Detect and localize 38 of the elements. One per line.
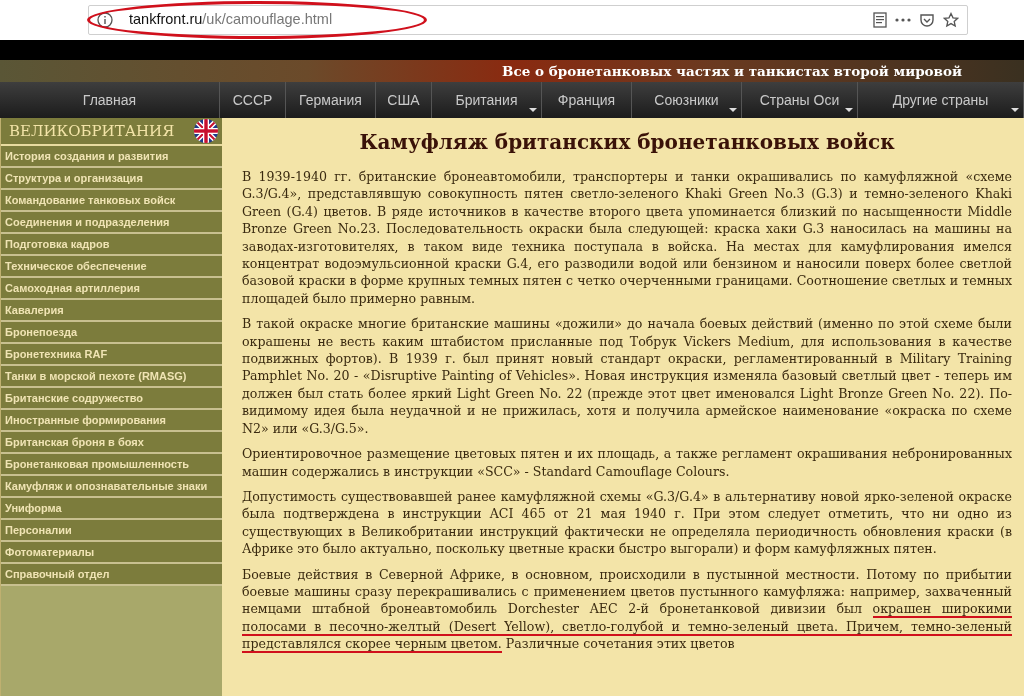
sidebar-link[interactable]: Бронетанковая промышленность — [1, 454, 222, 476]
dropdown-caret-icon — [729, 108, 737, 112]
article-paragraph: Боевые действия в Северной Африке, в основном, происходили в пустынной местности. Потому по прибытии боевые машины сразу перекрашивались с применением цветов пустынного камуфляжа: например, захваченный немцами штабной бронеавтомобиль Dorchester AEC 2-й бронетанковой дивизии был окрашен широкими полосами в песочно-желтый (Desert Yellow), светло-голубой и темно-зеленый цвета. Причем, темно-зеленый представлялся скорее черным цветом. Различные сочетания этих цветов — [242, 565, 1012, 653]
sidebar-link[interactable]: История создания и развития — [1, 146, 222, 168]
sidebar-link[interactable]: Справочный отдел — [1, 564, 222, 586]
sidebar-link[interactable]: Униформа — [1, 498, 222, 520]
union-jack-flag-icon — [194, 119, 218, 143]
star-icon[interactable] — [943, 12, 959, 28]
sidebar-link[interactable]: Кавалерия — [1, 300, 222, 322]
sidebar-link[interactable]: Бронетехника RAF — [1, 344, 222, 366]
info-icon[interactable] — [97, 12, 113, 28]
reader-view-icon[interactable] — [873, 12, 887, 28]
sidebar-link[interactable]: Бронепоезда — [1, 322, 222, 344]
sidebar-link[interactable]: Подготовка кадров — [1, 234, 222, 256]
pocket-icon[interactable] — [919, 12, 935, 28]
article-paragraph: В такой окраске многие британские машины «дожили» до начала боевых действий (именно по этой схеме были окрашены не весть каким штабистом присланные под Тобрук Vickers Medium, для использования в качестве подвижных фортов). В 1939 г. был принят новый стандарт окраски, регламентированный в Military Training Pamphlet No. 20 - «Disruptive Painting of Vehicles». Новая инструкция изменяла базовый светлый цвет - теперь им должен был стать более яркий Light Green No. 22 (прежде этот цвет именовался Light Bronze Green No. 22). По-видимому идея была неудачной и не прижилась, хотя и получила армейское наименование «окраска по схеме N2» или «G.3/G.5». — [242, 315, 1012, 438]
sidebar-link[interactable]: Танки в морской пехоте (RMASG) — [1, 366, 222, 388]
dropdown-caret-icon — [1011, 108, 1019, 112]
sidebar-link[interactable]: Персоналии — [1, 520, 222, 542]
sidebar-title: ВЕЛИКОБРИТАНИЯ — [9, 120, 175, 142]
article-paragraph: Допустимость существовавшей ранее камуфляжной схемы «G.3/G.4» в альтернативу новой ярко-зеленой окраске была подтверждена в инструкции ACI 465 от 21 мая 1940 г. При этом следует отметить, что ни одно из существующих в Великобритании инструкций фактически не определяла периодичность обновления краски (в Африке это было актуально, поскольку цветные краски быстро выгорали) и форм камуфляжных пятен. — [242, 487, 1012, 558]
site-tagline: Все о бронетанковых частях и танкистах второй мировой — [502, 61, 962, 81]
more-icon[interactable] — [895, 17, 911, 23]
sidebar-link[interactable]: Фотоматериалы — [1, 542, 222, 564]
sidebar-link[interactable]: Иностранные формирования — [1, 410, 222, 432]
dropdown-caret-icon — [529, 108, 537, 112]
dropdown-caret-icon — [845, 108, 853, 112]
sidebar-link[interactable]: Британская броня в боях — [1, 432, 222, 454]
sidebar-link[interactable]: Британские содружество — [1, 388, 222, 410]
sidebar-link[interactable]: Камуфляж и опознавательные знаки — [1, 476, 222, 498]
article-paragraph: Ориентировочное размещение цветовых пятен и их площадь, а также регламент окрашивания небронированных машин содержались в инструкции «SCC» - Standard Camouflage Colours. — [242, 445, 1012, 480]
sidebar-link[interactable]: Командование танковых войск — [1, 190, 222, 212]
sidebar-link[interactable]: Соединения и подразделения — [1, 212, 222, 234]
article-paragraph: В 1939-1940 гг. британские бронеавтомобили, транспортеры и танки окрашивались по камуфляжной «схеме G.3/G.4», представлявшую совокупность пятен светло-зеленого Khaki Green No.3 (G.3) и темно-зеленого Khaki Green (G.4) цветов. В ряде источников в качестве второго цвета упоминается близкий по насыщенности Middle Bronze Green No.23. Последовательность окраски была следующей: краска хаки G.3 наносилась на машины на заводах-изготовителях, в таком виде техника поступала в войска. На местах для камуфлирования имелся концентрат водоэмульсионной краски G.4, его разводили водой или бензином и наносили поверх более светлой базовой краски в форме крупных темных пятен с четко очерченными границами. Соотношение светлых и темных площадей было примерно равным. — [242, 168, 1012, 308]
article-title: Камуфляж британских бронетанковых войск — [358, 130, 896, 154]
sidebar-link[interactable]: Техническое обеспечение — [1, 256, 222, 278]
sidebar-link[interactable]: Самоходная артиллерия — [1, 278, 222, 300]
sidebar-link[interactable]: Структура и организация — [1, 168, 222, 190]
